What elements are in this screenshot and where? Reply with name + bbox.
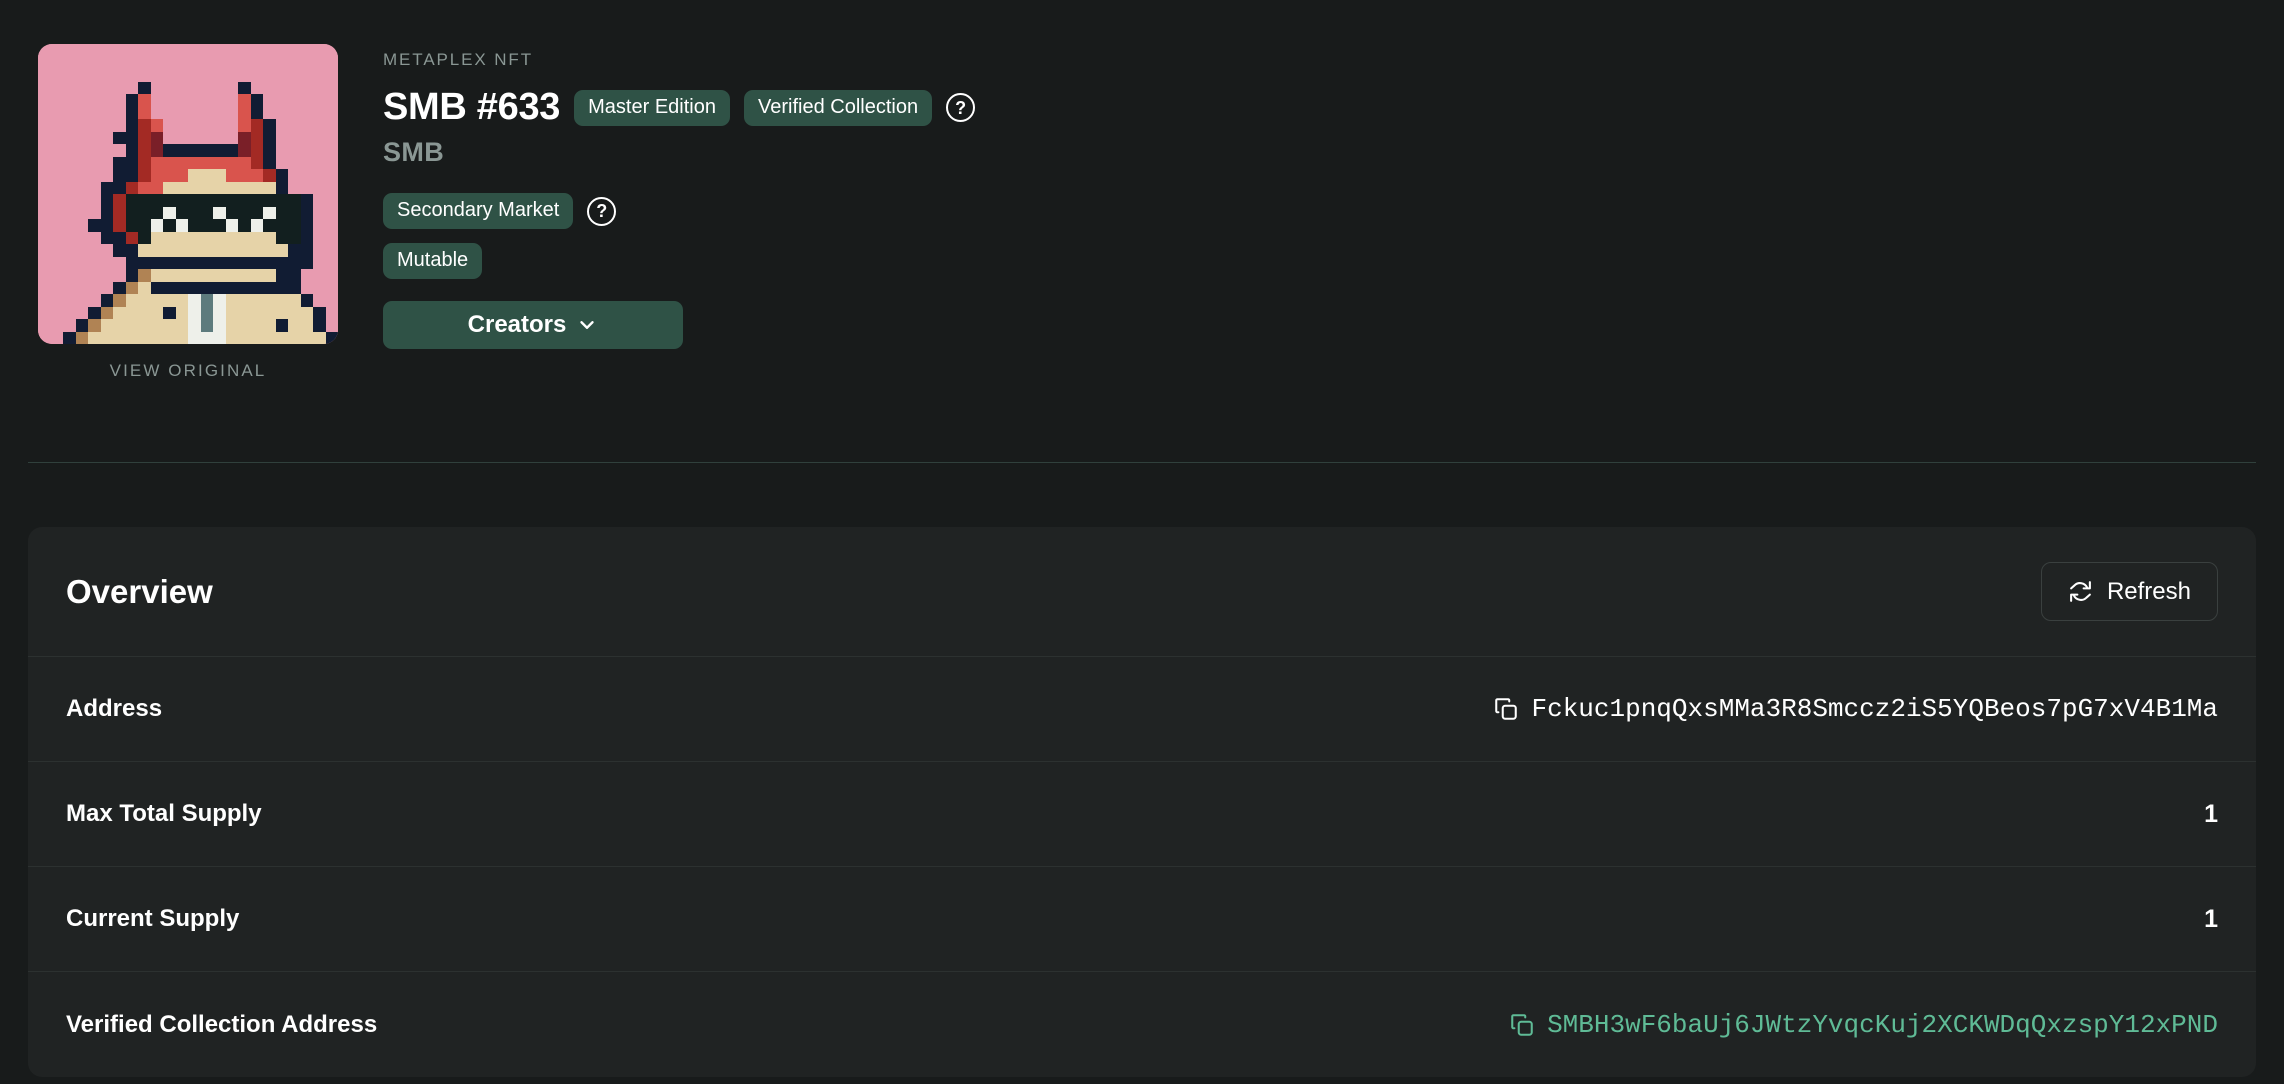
overview-row-label: Verified Collection Address (66, 1010, 378, 1038)
overview-row-value: 1 (2204, 800, 2218, 829)
eyebrow-label: METAPLEX NFT (383, 50, 534, 69)
overview-row-value-text: 1 (2204, 904, 2218, 933)
creators-button-label: Creators (467, 311, 567, 338)
section-divider (28, 462, 2256, 463)
badge-verified-collection: Verified Collection (743, 89, 933, 126)
refresh-icon (2068, 579, 2093, 604)
overview-row-value[interactable]: SMBH3wF6baUj6JWtzYvqcKuj2XCKWDqQxzspY12x… (1509, 1010, 2218, 1040)
copy-icon[interactable] (1509, 1012, 1535, 1038)
overview-row-label: Max Total Supply (66, 800, 262, 827)
overview-row: Current Supply 1 (28, 867, 2256, 972)
help-icon-collection[interactable]: ? (946, 93, 976, 122)
overview-row: Address Fckuc1pnqQxsMMa3R8Smccz2iS5YQBeo… (28, 657, 2256, 762)
page-title: SMB #633 (383, 86, 561, 128)
refresh-button[interactable]: Refresh (2040, 562, 2218, 621)
overview-title: Overview (66, 572, 213, 610)
help-icon-secondary-market[interactable]: ? (587, 196, 617, 226)
overview-row-value-text: 1 (2204, 799, 2218, 828)
view-original-link[interactable]: VIEW ORIGINAL (110, 361, 267, 381)
title-row: SMB #633 Master Edition Verified Collect… (383, 86, 976, 129)
badge-mutable: Mutable (383, 243, 483, 279)
artwork-column: VIEW ORIGINAL (38, 44, 338, 381)
overview-row-label: Current Supply (66, 905, 240, 932)
chevron-down-icon (576, 314, 598, 336)
mutable-row: Mutable (383, 243, 975, 279)
overview-row: Max Total Supply 1 (28, 762, 2256, 867)
overview-card: Overview Refresh Address Fckuc1pnqQxsMMa… (28, 527, 2256, 1077)
overview-row-value: Fckuc1pnqQxsMMa3R8Smccz2iS5YQBeos7pG7xV4… (1493, 694, 2218, 724)
overview-row: Verified Collection Address SMBH3wF6baUj… (28, 972, 2256, 1077)
badge-secondary-market: Secondary Market (383, 193, 574, 229)
collection-symbol: SMB (383, 137, 445, 167)
overview-row-value-text: Fckuc1pnqQxsMMa3R8Smccz2iS5YQBeos7pG7xV4… (1531, 694, 2218, 724)
pixel-art-canvas (38, 44, 338, 344)
nft-artwork[interactable] (38, 44, 338, 344)
hero-section: VIEW ORIGINAL METAPLEX NFT SMB #633 Mast… (0, 0, 2284, 381)
overview-row-value: 1 (2204, 905, 2218, 934)
copy-icon[interactable] (1493, 696, 1519, 722)
secondary-market-row: Secondary Market ? (383, 193, 975, 229)
overview-row-value-text[interactable]: SMBH3wF6baUj6JWtzYvqcKuj2XCKWDqQxzspY12x… (1547, 1010, 2218, 1040)
badge-master-edition: Master Edition (574, 89, 730, 126)
overview-rows: Address Fckuc1pnqQxsMMa3R8Smccz2iS5YQBeo… (28, 657, 2256, 1077)
overview-card-header: Overview Refresh (28, 527, 2256, 657)
overview-row-label: Address (66, 695, 163, 722)
nft-detail-page: VIEW ORIGINAL METAPLEX NFT SMB #633 Mast… (0, 0, 2284, 1084)
info-column: METAPLEX NFT SMB #633 Master Edition Ver… (383, 44, 976, 381)
refresh-button-label: Refresh (2106, 577, 2191, 605)
creators-button[interactable]: Creators (383, 301, 683, 349)
